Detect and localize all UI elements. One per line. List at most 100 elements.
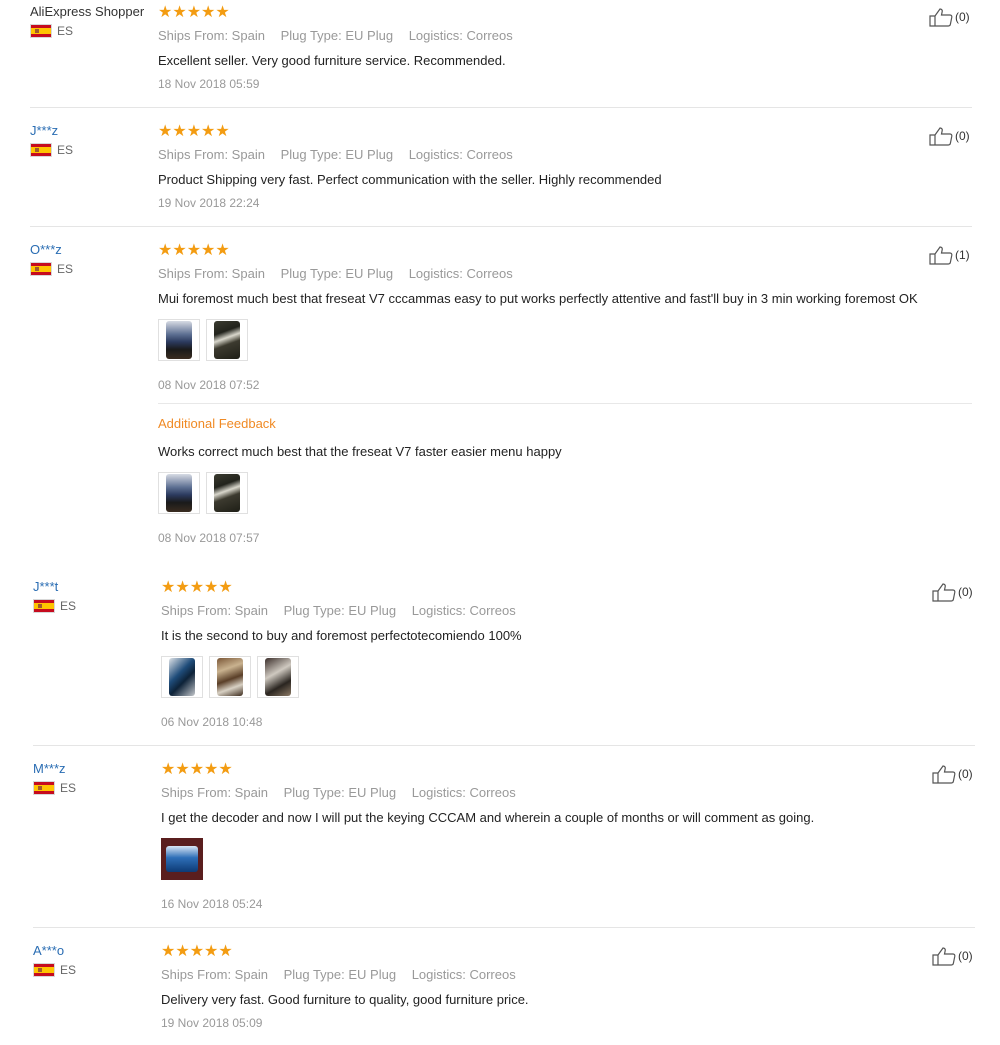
star-rating: ★★★★★ [161, 761, 233, 778]
ships-from: Ships From: Spain [158, 28, 265, 43]
star-rating: ★★★★★ [158, 4, 230, 21]
review-photos [161, 656, 528, 698]
plug-type: Plug Type: EU Plug [280, 147, 394, 162]
review-content: ★★★★★ Ships From: Spain Plug Type: EU Pl… [161, 943, 529, 1031]
star-rating: ★★★★★ [158, 123, 230, 140]
spain-flag-icon [33, 599, 55, 613]
reviewer-name-link[interactable]: J***z [30, 123, 58, 138]
helpful-count: (0) [955, 129, 970, 143]
helpful-button[interactable]: (0) [932, 946, 973, 966]
plug-type: Plug Type: EU Plug [283, 967, 397, 982]
review-photos [158, 319, 972, 361]
review-meta: Ships From: Spain Plug Type: EU Plug Log… [158, 147, 662, 163]
ships-from: Ships From: Spain [161, 967, 268, 982]
review-divider [30, 226, 972, 227]
helpful-button[interactable]: (0) [932, 582, 973, 602]
thumbs-up-icon [929, 246, 953, 265]
thumbs-up-icon [929, 127, 953, 146]
thumbs-up-icon [932, 765, 956, 784]
helpful-button[interactable]: (0) [929, 126, 970, 146]
reviewer-name: J***t [33, 579, 58, 594]
spain-flag-icon [30, 24, 52, 38]
reviewer-name: A***o [33, 943, 64, 958]
review-content: ★★★★★ Ships From: Spain Plug Type: EU Pl… [158, 123, 662, 211]
review-photo-thumbnail[interactable] [158, 472, 200, 514]
review-photo-thumbnail[interactable] [257, 656, 299, 698]
ships-from: Ships From: Spain [158, 147, 265, 162]
additional-feedback-photos [158, 472, 972, 514]
review-photo-thumbnail[interactable] [209, 656, 251, 698]
spain-flag-icon [30, 262, 52, 276]
country-code: ES [60, 963, 77, 977]
review-divider [30, 107, 972, 108]
review-date: 19 Nov 2018 05:09 [161, 1016, 263, 1030]
review-photo-thumbnail[interactable] [158, 319, 200, 361]
review-content: ★★★★★ Ships From: Spain Plug Type: EU Pl… [158, 242, 972, 546]
review-date: 06 Nov 2018 10:48 [161, 715, 263, 729]
review-text: Product Shipping very fast. Perfect comm… [158, 172, 662, 187]
reviewer-name: J***z [30, 123, 58, 138]
reviewer-country: ES [30, 262, 73, 276]
additional-feedback-text: Works correct much best that the freseat… [158, 444, 562, 459]
review-content: ★★★★★ Ships From: Spain Plug Type: EU Pl… [161, 579, 528, 730]
review-meta: Ships From: Spain Plug Type: EU Plug Log… [161, 967, 529, 983]
review-date: 18 Nov 2018 05:59 [158, 77, 260, 91]
helpful-count: (0) [958, 767, 973, 781]
ships-from: Ships From: Spain [161, 785, 268, 800]
review-photo-thumbnail[interactable] [161, 838, 203, 880]
thumbs-up-icon [929, 8, 953, 27]
review-text: I get the decoder and now I will put the… [161, 810, 815, 825]
country-code: ES [60, 781, 77, 795]
reviewer-country: ES [33, 599, 76, 613]
review-photo-thumbnail[interactable] [206, 319, 248, 361]
review-date: 08 Nov 2018 07:52 [158, 378, 260, 392]
helpful-button[interactable]: (0) [932, 764, 973, 784]
review-divider [33, 745, 975, 746]
reviewer-name-link[interactable]: M***z [33, 761, 66, 776]
additional-feedback-divider [158, 403, 972, 404]
logistics: Logistics: Correos [408, 147, 513, 162]
reviewer-name-link[interactable]: O***z [30, 242, 62, 257]
star-rating: ★★★★★ [161, 579, 233, 596]
review-content: ★★★★★ Ships From: Spain Plug Type: EU Pl… [158, 4, 525, 92]
plug-type: Plug Type: EU Plug [280, 266, 394, 281]
logistics: Logistics: Correos [408, 266, 513, 281]
additional-feedback-title: Additional Feedback [158, 416, 276, 431]
spain-flag-icon [30, 143, 52, 157]
review-photo-thumbnail[interactable] [206, 472, 248, 514]
reviewer-country: ES [30, 24, 73, 38]
thumbs-up-icon [932, 947, 956, 966]
spain-flag-icon [33, 963, 55, 977]
review-photos [161, 838, 814, 880]
review-photo-thumbnail[interactable] [161, 656, 203, 698]
reviewer-country: ES [33, 963, 76, 977]
review-meta: Ships From: Spain Plug Type: EU Plug Log… [161, 785, 814, 801]
ships-from: Ships From: Spain [161, 603, 268, 618]
review-meta: Ships From: Spain Plug Type: EU Plug Log… [158, 266, 972, 282]
reviewer-country: ES [30, 143, 73, 157]
logistics: Logistics: Correos [408, 28, 513, 43]
reviewer-name: M***z [33, 761, 66, 776]
logistics: Logistics: Correos [411, 603, 516, 618]
country-code: ES [57, 262, 74, 276]
plug-type: Plug Type: EU Plug [283, 603, 397, 618]
country-code: ES [57, 24, 74, 38]
review-text: Delivery very fast. Good furniture to qu… [161, 992, 529, 1007]
review-date: 16 Nov 2018 05:24 [161, 897, 263, 911]
reviewer-name: O***z [30, 242, 62, 257]
helpful-button[interactable]: (0) [929, 7, 970, 27]
review-meta: Ships From: Spain Plug Type: EU Plug Log… [158, 28, 525, 44]
plug-type: Plug Type: EU Plug [283, 785, 397, 800]
helpful-count: (0) [958, 585, 973, 599]
reviewer-name-link[interactable]: J***t [33, 579, 58, 594]
review-date: 19 Nov 2018 22:24 [158, 196, 260, 210]
helpful-count: (1) [955, 248, 970, 262]
reviewer-name-link[interactable]: A***o [33, 943, 64, 958]
plug-type: Plug Type: EU Plug [280, 28, 394, 43]
logistics: Logistics: Correos [411, 967, 516, 982]
helpful-button[interactable]: (1) [929, 245, 970, 265]
additional-feedback-date: 08 Nov 2018 07:57 [158, 531, 260, 545]
review-text: It is the second to buy and foremost per… [161, 628, 522, 643]
review-text: Mui foremost much best that freseat V7 c… [158, 291, 918, 306]
review-divider [33, 927, 975, 928]
